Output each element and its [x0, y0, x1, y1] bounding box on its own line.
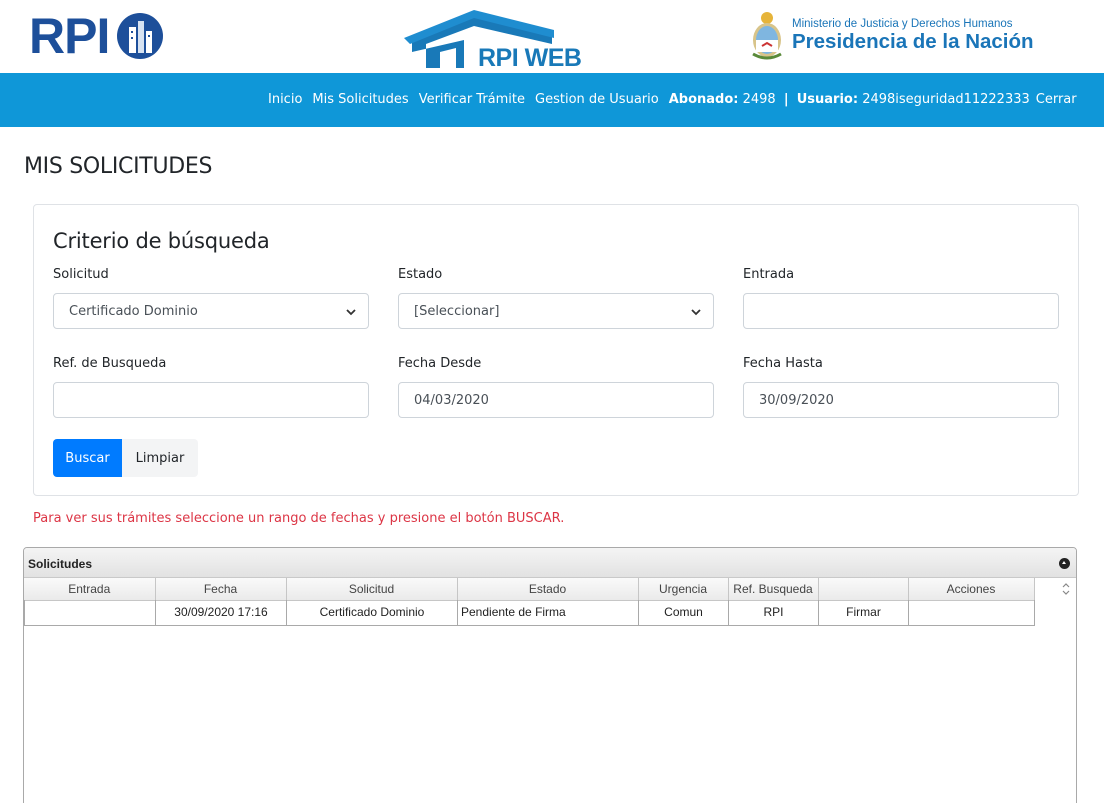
col-fecha[interactable]: Fecha: [155, 578, 287, 601]
estado-select-value: [Seleccionar]: [414, 304, 500, 319]
nav-inicio[interactable]: Inicio: [268, 92, 302, 107]
estado-label: Estado: [398, 267, 443, 282]
abonado-label: Abonado:: [668, 92, 739, 107]
entrada-label: Entrada: [743, 267, 795, 282]
nav-gestion-usuario[interactable]: Gestion de Usuario: [535, 92, 659, 107]
col-ref-busqueda[interactable]: Ref. Busqueda: [728, 578, 819, 601]
fecha-desde-label: Fecha Desde: [398, 356, 482, 371]
usuario-label: Usuario:: [796, 92, 859, 107]
sort-arrows-icon[interactable]: [1062, 582, 1070, 596]
entrada-input[interactable]: [743, 293, 1059, 329]
cell-estado: Pendiente de Firma: [457, 600, 639, 626]
main-navbar: Inicio Mis Solicitudes Verificar Trámite…: [0, 73, 1104, 127]
col-acciones[interactable]: Acciones: [908, 578, 1035, 601]
solicitud-label: Solicitud: [53, 267, 109, 282]
ref-busqueda-label: Ref. de Busqueda: [53, 356, 167, 371]
solicitudes-grid: Solicitudes Entrada Fecha Solicitud Esta…: [23, 547, 1077, 803]
collapse-grid-icon[interactable]: [1059, 558, 1070, 569]
usuario-value: 2498iseguridad11222333: [862, 92, 1030, 107]
table-row[interactable]: 30/09/2020 17:16 Certificado Dominio Pen…: [24, 600, 1035, 626]
col-entrada[interactable]: Entrada: [24, 578, 156, 601]
coat-of-arms-icon: [752, 12, 782, 60]
rpi-web-logo[interactable]: RPI WEB: [404, 8, 584, 72]
rpi-logo-text: RPI: [29, 8, 110, 64]
grid-body: 30/09/2020 17:16 Certificado Dominio Pen…: [24, 600, 1035, 626]
estado-select[interactable]: [Seleccionar]: [398, 293, 714, 329]
search-card-title: Criterio de búsqueda: [53, 229, 270, 253]
chevron-down-icon: [346, 309, 356, 316]
fecha-desde-input[interactable]: 04/03/2020: [398, 382, 714, 418]
solicitud-select[interactable]: Certificado Dominio: [53, 293, 369, 329]
cell-acciones[interactable]: [908, 600, 1035, 626]
abonado-info: Abonado: 2498 | Usuario: 2498iseguridad1…: [669, 92, 1030, 107]
limpiar-button[interactable]: Limpiar: [122, 439, 198, 477]
nav-separator: |: [783, 92, 789, 107]
firmar-action[interactable]: Firmar: [818, 600, 909, 626]
grid-header: Entrada Fecha Solicitud Estado Urgencia …: [24, 578, 1035, 601]
presidency-name: Presidencia de la Nación: [792, 30, 1034, 54]
nav-cerrar-sesion[interactable]: Cerrar: [1036, 92, 1077, 107]
government-brand: Ministerio de Justicia y Derechos Humano…: [750, 8, 1034, 64]
cell-fecha: 30/09/2020 17:16: [155, 600, 287, 626]
rpi-logo-icon: [117, 13, 164, 59]
chevron-down-icon: [691, 309, 701, 316]
cell-ref-busqueda: RPI: [728, 600, 819, 626]
nav-mis-solicitudes[interactable]: Mis Solicitudes: [312, 92, 408, 107]
fecha-hasta-label: Fecha Hasta: [743, 356, 823, 371]
grid-caption: Solicitudes: [28, 557, 93, 571]
cell-urgencia: Comun: [638, 600, 729, 626]
nav-verificar-tramite[interactable]: Verificar Trámite: [419, 92, 525, 107]
rpi-logo[interactable]: RPI: [29, 6, 165, 66]
buscar-button[interactable]: Buscar: [53, 439, 122, 477]
col-firmar[interactable]: [818, 578, 909, 601]
solicitud-select-value: Certificado Dominio: [69, 304, 198, 319]
abonado-value: 2498: [742, 92, 776, 107]
rpi-web-text: RPI WEB: [478, 44, 582, 72]
col-solicitud[interactable]: Solicitud: [286, 578, 458, 601]
col-estado[interactable]: Estado: [457, 578, 639, 601]
search-criteria-card: Criterio de búsqueda Solicitud Certifica…: [33, 204, 1079, 496]
page-header: RPI RPI WEB Ministerio de Justicia y Der…: [0, 0, 1104, 73]
ref-busqueda-input[interactable]: [53, 382, 369, 418]
page-title: MIS SOLICITUDES: [24, 154, 213, 179]
fecha-hasta-input[interactable]: 30/09/2020: [743, 382, 1059, 418]
search-hint-message: Para ver sus trámites seleccione un rang…: [33, 511, 565, 526]
grid-caption-bar: Solicitudes: [24, 548, 1076, 578]
cell-solicitud: Certificado Dominio: [286, 600, 458, 626]
cell-entrada: [24, 600, 156, 626]
col-urgencia[interactable]: Urgencia: [638, 578, 729, 601]
